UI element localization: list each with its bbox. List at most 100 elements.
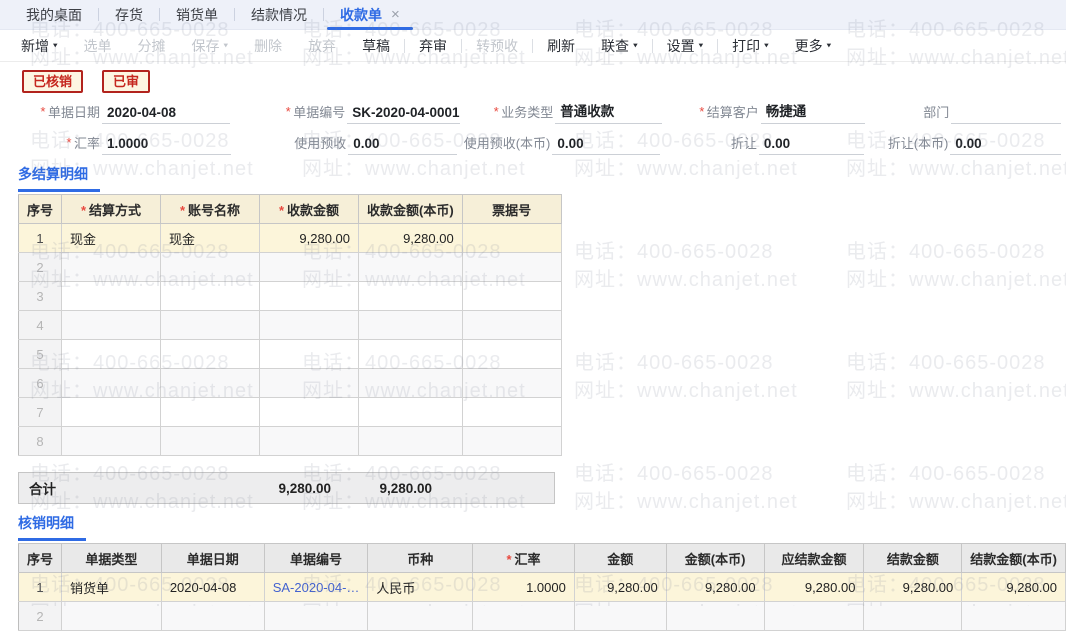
total-label: 合计 [19,478,153,498]
tab-settlement-status[interactable]: 结款情况 [235,0,323,30]
discount-base-field: 折让(本币)0.00 [869,133,1066,155]
cell[interactable] [359,253,463,282]
bill-no-input[interactable]: SK-2020-04-0001 [347,105,460,124]
cell[interactable]: 9,280.00 [359,224,463,253]
cell[interactable] [161,311,260,340]
column-header: 金额(本币) [666,544,764,573]
watermark-tile: 电话：400-665-0028网址：www.chanjet.net [574,349,798,405]
cell[interactable] [462,253,561,282]
toolbar-button-more[interactable]: 更多▾ [782,36,845,56]
toolbar-button-link-query[interactable]: 联查▾ [588,36,651,56]
cell[interactable] [161,282,260,311]
watermark-phone: 电话：400-665-0028 [846,238,1066,266]
toolbar-button-label: 选单 [84,36,112,56]
cell[interactable] [462,369,561,398]
cell[interactable] [62,282,161,311]
cell[interactable] [260,427,359,456]
department-field: 部门 [870,102,1066,124]
chevron-down-icon: ▾ [224,41,229,50]
cell[interactable]: 9,280.00 [962,573,1066,602]
watermark-url: 网址：www.chanjet.net [846,266,1066,294]
cell[interactable] [359,427,463,456]
cell[interactable] [161,340,260,369]
tab-settlement-detail[interactable]: 多结算明细 [18,161,100,192]
toolbar-button-settings[interactable]: 设置▾ [654,36,717,56]
bill-date-input[interactable]: 2020-04-08 [102,105,230,124]
tab-my-desktop[interactable]: 我的桌面 [10,0,98,30]
cell[interactable] [161,398,260,427]
watermark-phone: 电话：400-665-0028 [574,349,798,377]
cell[interactable]: 2020-04-08 [161,573,264,602]
tab-writeoff-detail[interactable]: 核销明细 [18,510,86,541]
department-input[interactable] [951,105,1061,124]
cell[interactable] [462,224,561,253]
used-advance-base-label: 使用预收(本币) [462,133,550,155]
cell[interactable] [161,369,260,398]
cell[interactable]: 1.0000 [473,573,575,602]
cell[interactable] [62,427,161,456]
exchange-rate-label: *汇率 [18,133,100,155]
tab-receipt[interactable]: 收款单× [324,0,416,30]
toolbar-button-add[interactable]: 新增▾ [8,36,71,56]
cell[interactable] [161,427,260,456]
cell[interactable] [62,311,161,340]
bill-no-link[interactable]: SA-2020-04-… [273,580,360,595]
close-icon[interactable]: × [391,7,400,22]
cell[interactable] [359,311,463,340]
cell[interactable] [260,311,359,340]
cell[interactable] [359,340,463,369]
used-advance-base-input[interactable]: 0.00 [552,136,660,155]
discount-input[interactable]: 0.00 [759,136,864,155]
chevron-down-icon: ▾ [633,41,638,50]
exchange-rate-field: *汇率1.0000 [18,133,236,155]
column-header: 结款金额 [864,544,962,573]
cell[interactable] [62,253,161,282]
cell[interactable]: 9,280.00 [666,573,764,602]
cell[interactable] [260,253,359,282]
cell[interactable]: 现金 [161,224,260,253]
toolbar-button-refresh[interactable]: 刷新 [534,36,588,56]
toolbar-button-unapprove[interactable]: 弃审 [406,36,460,56]
tab-bar: 我的桌面存货销货单结款情况收款单× [0,0,1066,30]
discount-base-input[interactable]: 0.00 [950,136,1061,155]
cell[interactable]: 9,280.00 [260,224,359,253]
cell[interactable] [462,398,561,427]
toolbar-button-label: 转预收 [476,36,518,56]
toolbar-button-print[interactable]: 打印▾ [719,36,782,56]
cell[interactable] [260,369,359,398]
cell[interactable]: 人民币 [368,573,473,602]
cell[interactable]: SA-2020-04-… [264,573,368,602]
cell[interactable]: 9,280.00 [574,573,666,602]
cell[interactable]: 现金 [62,224,161,253]
settlement-customer-input[interactable]: 畅捷通 [761,100,866,124]
cell[interactable]: 9,280.00 [764,573,864,602]
cell[interactable] [462,340,561,369]
cell[interactable]: 9,280.00 [864,573,962,602]
exchange-rate-input[interactable]: 1.0000 [102,136,231,155]
cell[interactable] [62,398,161,427]
toolbar-button-draft[interactable]: 草稿 [349,36,403,56]
cell[interactable] [462,282,561,311]
required-asterisk: * [66,135,71,150]
cell[interactable] [260,340,359,369]
cell[interactable] [260,282,359,311]
bill-no-label: *单据编号 [235,102,345,124]
tab-sales-order[interactable]: 销货单 [160,0,234,30]
row-number: 5 [19,340,62,369]
cell[interactable] [359,282,463,311]
cell[interactable] [359,369,463,398]
cell[interactable] [161,253,260,282]
cell[interactable]: 销货单 [62,573,162,602]
cell[interactable] [462,427,561,456]
tab-inventory[interactable]: 存货 [99,0,159,30]
cell[interactable] [62,340,161,369]
business-type-input[interactable]: 普通收款 [555,100,662,124]
cell[interactable] [359,398,463,427]
column-header: *收款金额 [260,195,359,224]
cell[interactable] [62,369,161,398]
cell[interactable] [462,311,561,340]
used-advance-input[interactable]: 0.00 [348,136,457,155]
table-row-empty: 5 [19,340,562,369]
bill-date-field: *单据日期2020-04-08 [18,102,235,124]
cell[interactable] [260,398,359,427]
